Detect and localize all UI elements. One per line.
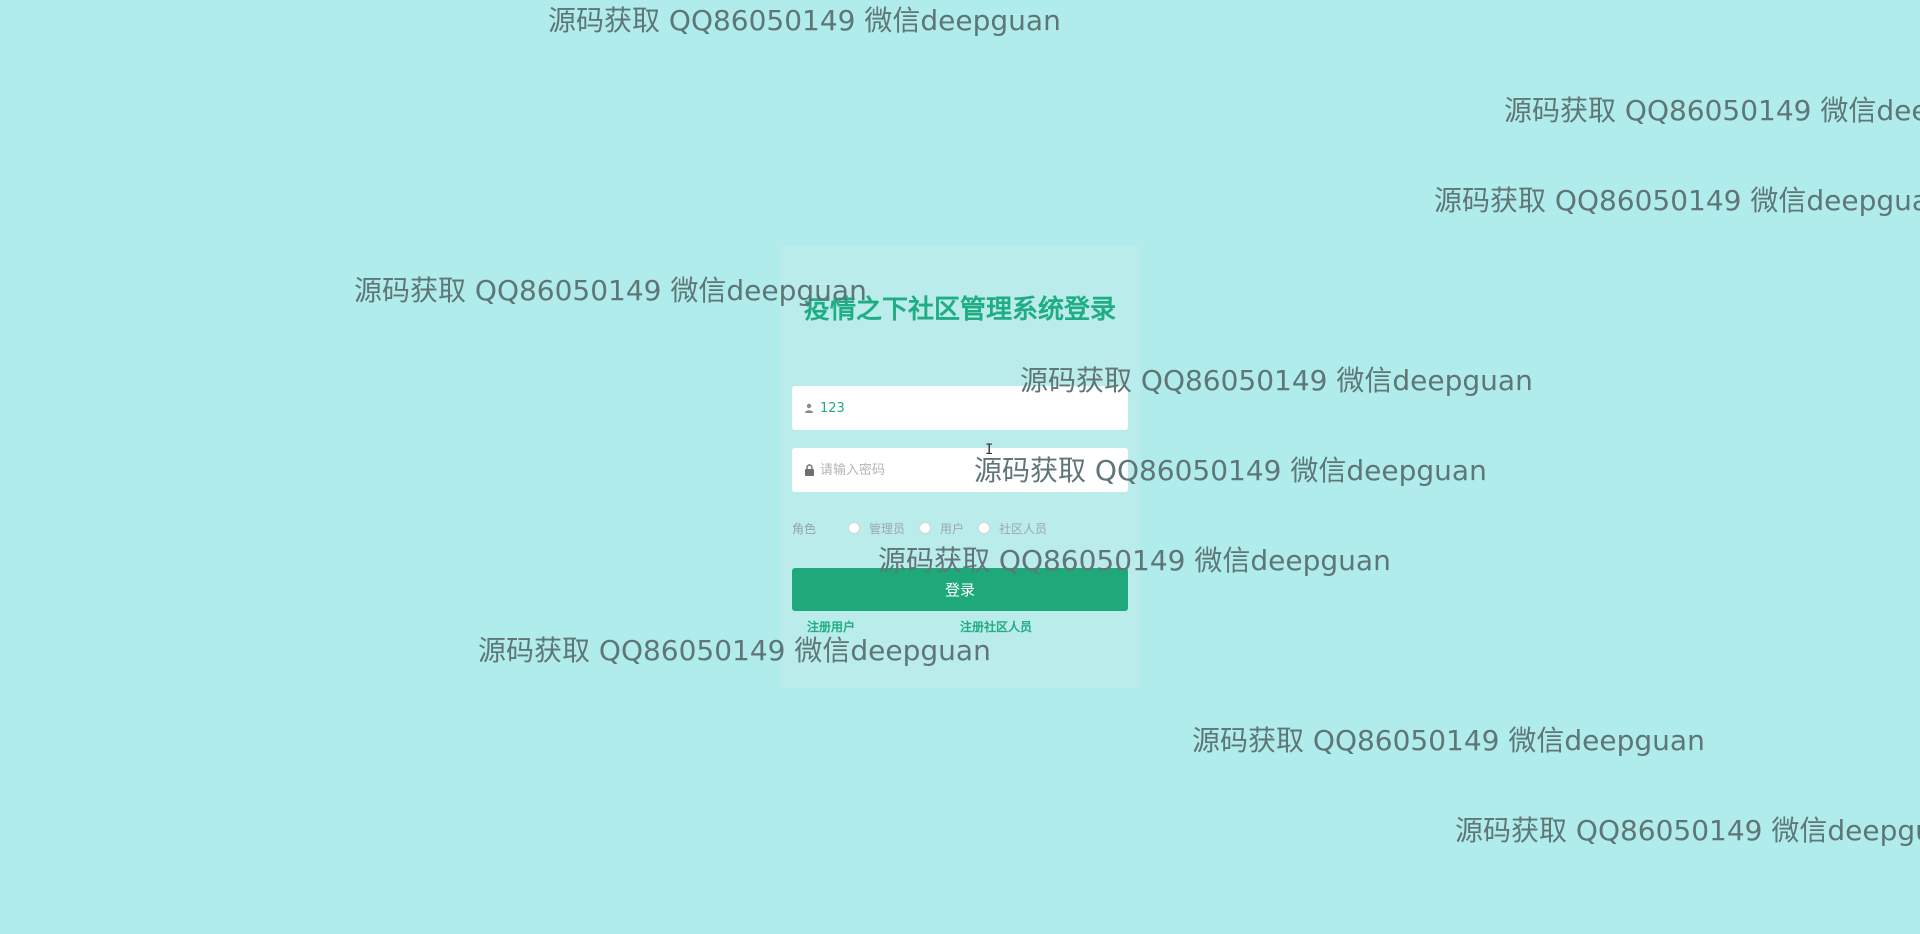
text-cursor-icon: I	[985, 442, 994, 458]
role-option-admin[interactable]: 管理员	[848, 520, 905, 537]
role-option-label: 管理员	[869, 521, 906, 536]
password-field[interactable]	[792, 448, 1128, 492]
username-input[interactable]	[820, 386, 1120, 430]
watermark: 源码获取 QQ86050149 微信deepguan	[1504, 94, 1920, 127]
role-option-user[interactable]: 用户	[919, 520, 964, 537]
username-field[interactable]	[792, 386, 1128, 430]
watermark: 源码获取 QQ86050149 微信deepguan	[1434, 184, 1920, 217]
role-selector: 角色 管理员 用户 社区人员	[792, 518, 1128, 538]
password-input[interactable]	[820, 448, 1120, 492]
login-button[interactable]: 登录	[792, 568, 1128, 611]
role-radio-admin[interactable]	[848, 522, 860, 534]
register-user-link[interactable]: 注册用户	[807, 618, 855, 635]
role-radio-user[interactable]	[919, 522, 932, 534]
role-radio-community-staff[interactable]	[978, 522, 991, 534]
role-label: 角色	[792, 521, 817, 536]
role-option-community-staff[interactable]: 社区人员	[978, 520, 1047, 537]
page: 疫情之下社区管理系统登录 角色 管理员	[0, 0, 1920, 934]
register-staff-link[interactable]: 注册社区人员	[960, 618, 1032, 635]
watermark: 源码获取 QQ86050149 微信deepguan	[1455, 814, 1920, 847]
watermark: 源码获取 QQ86050149 微信deepguan	[548, 4, 1061, 37]
login-panel: 疫情之下社区管理系统登录 角色 管理员	[780, 246, 1140, 688]
role-option-label: 社区人员	[999, 521, 1048, 536]
role-option-label: 用户	[940, 521, 965, 536]
lock-icon	[802, 448, 816, 492]
login-title: 疫情之下社区管理系统登录	[803, 295, 1116, 325]
user-icon	[802, 386, 816, 430]
watermark: 源码获取 QQ86050149 微信deepguan	[1192, 724, 1705, 757]
